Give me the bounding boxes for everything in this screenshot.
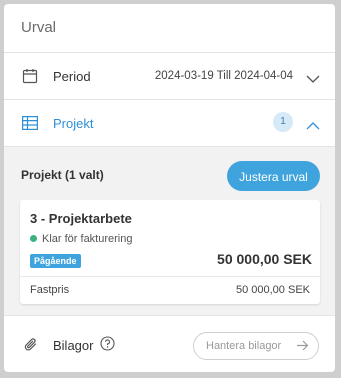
price-type-value: 50 000,00 SEK [235,284,310,296]
project-card[interactable]: 3 - Projektarbete Klar för fakturering P… [20,200,320,304]
price-type-label: Fastpris [30,284,70,296]
panel-header: Urval [4,4,335,52]
chevron-down-icon[interactable] [306,71,320,89]
help-icon[interactable] [100,336,115,356]
arrow-right-icon [296,340,309,354]
project-section[interactable]: Projekt 1 [4,100,335,147]
project-status-text: Klar för fakturering [42,233,133,245]
project-amount: 50 000,00 SEK [217,251,312,267]
period-section[interactable]: Period 2024-03-19 Till 2024-04-04 [4,53,335,100]
paperclip-icon [24,337,38,358]
manage-attachments-label: Hantera bilagor [206,340,282,352]
selection-panel: Urval Period 2024-03-19 Till 2024-04-04 [4,4,335,372]
chevron-up-icon[interactable] [306,117,320,135]
project-status: Klar för fakturering [30,233,132,245]
panel-title: Urval [21,19,57,36]
adjust-selection-button[interactable]: Justera urval [227,161,320,191]
calendar-icon [22,68,38,89]
project-count-badge: 1 [273,112,293,132]
status-badge: Pågående [30,254,81,268]
table-icon [22,116,39,135]
manage-attachments-button[interactable]: Hantera bilagor [193,332,319,360]
selection-title: Projekt (1 valt) [21,168,104,182]
project-label: Projekt [53,116,94,131]
attachments-section: Bilagor Hantera bilagor [4,316,335,372]
period-value: 2024-03-19 Till 2024-04-04 [154,70,293,82]
attachments-label: Bilagor [53,338,94,353]
project-selection-area: Projekt (1 valt) Justera urval 3 - Proje… [4,147,335,315]
period-label: Period [53,69,91,84]
project-card-title: 3 - Projektarbete [30,211,132,226]
status-dot-icon [30,235,37,242]
card-divider [20,276,320,277]
